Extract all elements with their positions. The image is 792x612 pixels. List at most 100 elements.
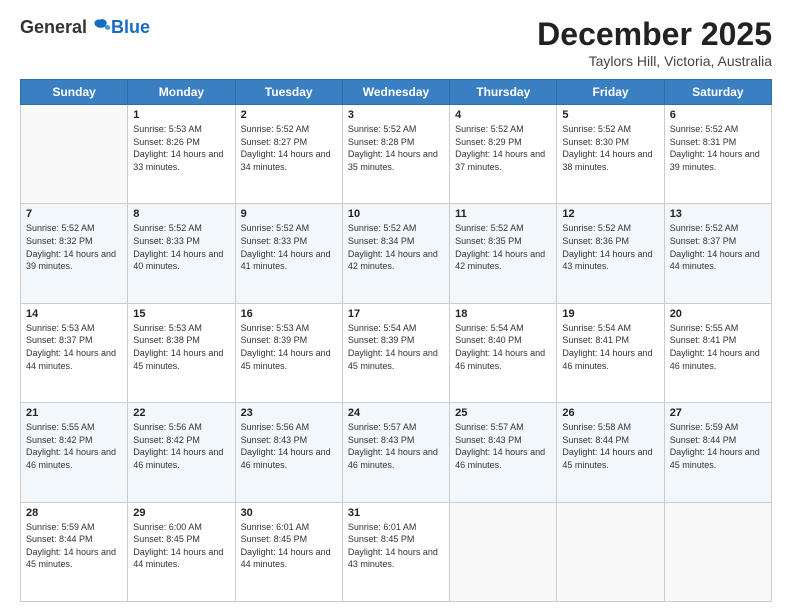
subtitle: Taylors Hill, Victoria, Australia (537, 53, 772, 69)
calendar-cell: 4Sunrise: 5:52 AMSunset: 8:29 PMDaylight… (450, 105, 557, 204)
day-info: Sunrise: 5:54 AMSunset: 8:40 PMDaylight:… (455, 322, 551, 372)
calendar-cell: 18 Sunrise: 5:54 AMSunset: 8:40 PMDayligh… (450, 303, 557, 402)
day-number: 30 (241, 507, 337, 519)
calendar-cell: 29 Sunrise: 6:00 AMSunset: 8:45 PMDayligh… (128, 502, 235, 601)
day-number: 27 (670, 407, 766, 419)
day-info: Sunrise: 5:52 AMSunset: 8:36 PMDaylight:… (562, 222, 658, 272)
calendar-cell: 1Sunrise: 5:53 AMSunset: 8:26 PMDaylight… (128, 105, 235, 204)
calendar-cell: 25 Sunrise: 5:57 AMSunset: 8:43 PMDayligh… (450, 403, 557, 502)
calendar-cell: 3Sunrise: 5:52 AMSunset: 8:28 PMDaylight… (342, 105, 449, 204)
day-info: Sunrise: 5:52 AMSunset: 8:33 PMDaylight:… (241, 222, 337, 272)
logo: General Blue (20, 16, 150, 38)
calendar-cell (21, 105, 128, 204)
calendar-day-header: Wednesday (342, 80, 449, 105)
day-number: 24 (348, 407, 444, 419)
day-number: 17 (348, 308, 444, 320)
calendar-cell: 11 Sunrise: 5:52 AMSunset: 8:35 PMDayligh… (450, 204, 557, 303)
page: General Blue December 2025 Taylors Hill,… (0, 0, 792, 612)
day-info: Sunrise: 5:54 AMSunset: 8:41 PMDaylight:… (562, 322, 658, 372)
calendar-cell: 20 Sunrise: 5:55 AMSunset: 8:41 PMDayligh… (664, 303, 771, 402)
logo-general-text: General (20, 17, 87, 38)
main-title: December 2025 (537, 16, 772, 53)
calendar-week-row: 7Sunrise: 5:52 AMSunset: 8:32 PMDaylight… (21, 204, 772, 303)
calendar-cell: 27 Sunrise: 5:59 AMSunset: 8:44 PMDayligh… (664, 403, 771, 502)
day-number: 31 (348, 507, 444, 519)
day-number: 18 (455, 308, 551, 320)
calendar-cell (450, 502, 557, 601)
calendar-table: SundayMondayTuesdayWednesdayThursdayFrid… (20, 79, 772, 602)
day-info: Sunrise: 5:52 AMSunset: 8:37 PMDaylight:… (670, 222, 766, 272)
calendar-cell: 7Sunrise: 5:52 AMSunset: 8:32 PMDaylight… (21, 204, 128, 303)
calendar-cell: 22 Sunrise: 5:56 AMSunset: 8:42 PMDayligh… (128, 403, 235, 502)
day-info: Sunrise: 5:53 AMSunset: 8:37 PMDaylight:… (26, 322, 122, 372)
day-info: Sunrise: 5:57 AMSunset: 8:43 PMDaylight:… (348, 421, 444, 471)
calendar-day-header: Saturday (664, 80, 771, 105)
day-number: 14 (26, 308, 122, 320)
calendar-cell: 16 Sunrise: 5:53 AMSunset: 8:39 PMDayligh… (235, 303, 342, 402)
day-info: Sunrise: 5:53 AMSunset: 8:26 PMDaylight:… (133, 123, 229, 173)
day-number: 20 (670, 308, 766, 320)
calendar-cell: 9 Sunrise: 5:52 AMSunset: 8:33 PMDaylight… (235, 204, 342, 303)
day-info: Sunrise: 5:52 AMSunset: 8:34 PMDaylight:… (348, 222, 444, 272)
day-number: 11 (455, 208, 551, 220)
day-number: 23 (241, 407, 337, 419)
day-number: 16 (241, 308, 337, 320)
day-number: 8 (133, 208, 229, 220)
day-number: 21 (26, 407, 122, 419)
calendar-cell: 24 Sunrise: 5:57 AMSunset: 8:43 PMDayligh… (342, 403, 449, 502)
header: General Blue December 2025 Taylors Hill,… (20, 16, 772, 69)
calendar-cell: 13 Sunrise: 5:52 AMSunset: 8:37 PMDayligh… (664, 204, 771, 303)
day-info: Sunrise: 5:52 AMSunset: 8:27 PMDaylight:… (241, 123, 337, 173)
day-info: Sunrise: 5:58 AMSunset: 8:44 PMDaylight:… (562, 421, 658, 471)
calendar-day-header: Sunday (21, 80, 128, 105)
day-info: Sunrise: 5:52 AMSunset: 8:31 PMDaylight:… (670, 123, 766, 173)
day-info: Sunrise: 6:00 AMSunset: 8:45 PMDaylight:… (133, 521, 229, 571)
title-block: December 2025 Taylors Hill, Victoria, Au… (537, 16, 772, 69)
day-info: Sunrise: 5:57 AMSunset: 8:43 PMDaylight:… (455, 421, 551, 471)
calendar-day-header: Tuesday (235, 80, 342, 105)
calendar-day-header: Monday (128, 80, 235, 105)
day-number: 26 (562, 407, 658, 419)
day-number: 13 (670, 208, 766, 220)
calendar-cell: 12 Sunrise: 5:52 AMSunset: 8:36 PMDayligh… (557, 204, 664, 303)
day-number: 22 (133, 407, 229, 419)
day-number: 3 (348, 109, 444, 121)
day-info: Sunrise: 5:53 AMSunset: 8:39 PMDaylight:… (241, 322, 337, 372)
day-info: Sunrise: 5:55 AMSunset: 8:42 PMDaylight:… (26, 421, 122, 471)
calendar-cell: 21 Sunrise: 5:55 AMSunset: 8:42 PMDayligh… (21, 403, 128, 502)
day-number: 28 (26, 507, 122, 519)
calendar-cell: 26 Sunrise: 5:58 AMSunset: 8:44 PMDayligh… (557, 403, 664, 502)
calendar-cell: 17 Sunrise: 5:54 AMSunset: 8:39 PMDayligh… (342, 303, 449, 402)
day-info: Sunrise: 5:56 AMSunset: 8:42 PMDaylight:… (133, 421, 229, 471)
calendar-day-header: Thursday (450, 80, 557, 105)
day-number: 4 (455, 109, 551, 121)
day-number: 9 (241, 208, 337, 220)
day-number: 25 (455, 407, 551, 419)
day-number: 29 (133, 507, 229, 519)
calendar-week-row: 1Sunrise: 5:53 AMSunset: 8:26 PMDaylight… (21, 105, 772, 204)
calendar-week-row: 28 Sunrise: 5:59 AMSunset: 8:44 PMDayligh… (21, 502, 772, 601)
calendar-cell (557, 502, 664, 601)
calendar-cell: 10Sunrise: 5:52 AMSunset: 8:34 PMDayligh… (342, 204, 449, 303)
calendar-cell: 30Sunrise: 6:01 AMSunset: 8:45 PMDayligh… (235, 502, 342, 601)
calendar-cell: 15Sunrise: 5:53 AMSunset: 8:38 PMDayligh… (128, 303, 235, 402)
calendar-cell (664, 502, 771, 601)
day-info: Sunrise: 5:59 AMSunset: 8:44 PMDaylight:… (26, 521, 122, 571)
calendar-cell: 6 Sunrise: 5:52 AMSunset: 8:31 PMDaylight… (664, 105, 771, 204)
calendar-day-header: Friday (557, 80, 664, 105)
calendar-cell: 28 Sunrise: 5:59 AMSunset: 8:44 PMDayligh… (21, 502, 128, 601)
day-info: Sunrise: 5:54 AMSunset: 8:39 PMDaylight:… (348, 322, 444, 372)
calendar-cell: 2 Sunrise: 5:52 AMSunset: 8:27 PMDaylight… (235, 105, 342, 204)
day-number: 2 (241, 109, 337, 121)
day-number: 12 (562, 208, 658, 220)
day-number: 7 (26, 208, 122, 220)
day-info: Sunrise: 5:56 AMSunset: 8:43 PMDaylight:… (241, 421, 337, 471)
calendar-cell: 14 Sunrise: 5:53 AMSunset: 8:37 PMDayligh… (21, 303, 128, 402)
day-info: Sunrise: 5:52 AMSunset: 8:35 PMDaylight:… (455, 222, 551, 272)
calendar-cell: 31Sunrise: 6:01 AMSunset: 8:45 PMDayligh… (342, 502, 449, 601)
calendar-week-row: 14 Sunrise: 5:53 AMSunset: 8:37 PMDayligh… (21, 303, 772, 402)
day-info: Sunrise: 5:55 AMSunset: 8:41 PMDaylight:… (670, 322, 766, 372)
calendar-cell: 19Sunrise: 5:54 AMSunset: 8:41 PMDayligh… (557, 303, 664, 402)
day-number: 6 (670, 109, 766, 121)
day-info: Sunrise: 5:59 AMSunset: 8:44 PMDaylight:… (670, 421, 766, 471)
